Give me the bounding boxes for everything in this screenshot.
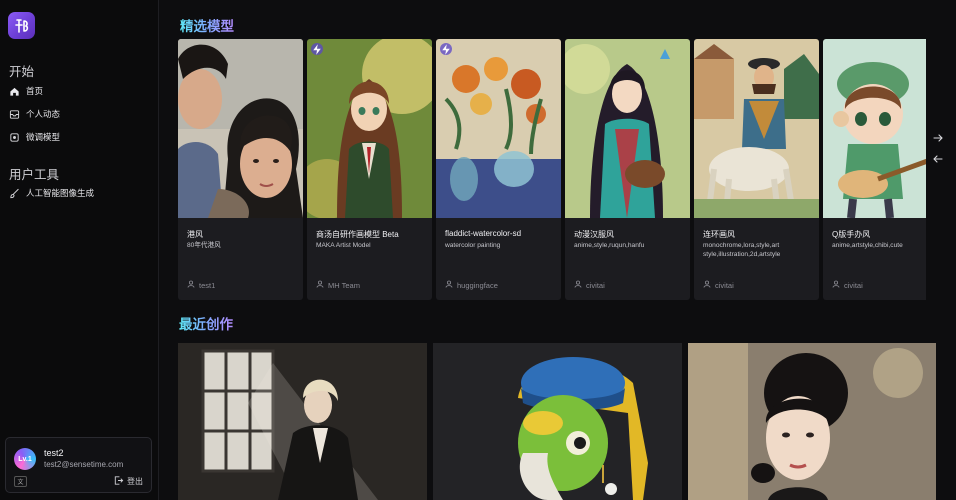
model-cover-image: [694, 39, 819, 218]
recent-creation-thumbnail[interactable]: [688, 343, 936, 500]
sidebar-item-label: 人工智能图像生成: [26, 188, 95, 198]
user-icon: [187, 280, 195, 290]
model-author: huggingface: [445, 280, 498, 290]
model-card[interactable]: Q版手办风 anime,artstyle,chibi,cute civitai: [823, 39, 926, 300]
model-cover-image: [823, 39, 926, 218]
recent-creations-title: 最近创作: [179, 313, 233, 333]
model-author: civitai: [832, 280, 863, 290]
sidebar-item-finetune[interactable]: 微调模型: [9, 129, 60, 145]
sidebar-group-start: 开始: [9, 65, 35, 79]
arrow-right-icon: [933, 134, 943, 142]
model-name: 连环画风: [703, 230, 735, 239]
logout-button[interactable]: 登出: [113, 475, 143, 488]
sidebar-item-label: 首页: [26, 86, 44, 96]
brush-icon: [9, 188, 20, 199]
model-card[interactable]: 商汤自研作画模型 Beta MAKA Artist Model MH Team: [307, 39, 432, 300]
model-tags: monochrome,lora,style,art style,illustra…: [703, 242, 781, 258]
sidebar-item-label: 个人动态: [26, 109, 61, 119]
user-icon: [832, 280, 840, 290]
model-author: test1: [187, 280, 215, 290]
tune-icon: [9, 132, 20, 143]
model-tags: watercolor painting: [445, 242, 501, 249]
model-name: 港风: [187, 230, 203, 239]
model-author-name: civitai: [844, 280, 863, 290]
model-author-name: civitai: [715, 280, 734, 290]
sidebar-item-activity[interactable]: 个人动态: [9, 106, 60, 122]
model-author: civitai: [703, 280, 734, 290]
recent-creation-thumbnail[interactable]: [433, 343, 682, 500]
model-card[interactable]: fladdict-watercolor-sd watercolor painti…: [436, 39, 561, 300]
inbox-icon: [9, 109, 20, 120]
model-author-name: huggingface: [457, 280, 498, 290]
model-cover-image: [178, 39, 303, 218]
sidebar-item-label: 微调模型: [26, 132, 61, 142]
sidebar-group-user-tools: 用户工具: [9, 168, 60, 182]
sidebar-item-ai-image[interactable]: 人工智能图像生成: [9, 185, 94, 201]
home-icon: [9, 86, 20, 97]
model-author: civitai: [574, 280, 605, 290]
user-card: Lv.1 test2 test2@sensetime.com 文 登出: [5, 437, 152, 493]
carousel-next-button[interactable]: [932, 131, 944, 143]
user-email: test2@sensetime.com: [44, 460, 124, 469]
model-name: 动漫汉服风: [574, 230, 614, 239]
sidebar-item-home[interactable]: 首页: [9, 83, 43, 99]
model-tags: anime,artstyle,chibi,cute: [832, 242, 903, 249]
model-cover-image: [565, 39, 690, 218]
carousel-prev-button[interactable]: [932, 152, 944, 164]
language-button[interactable]: 文: [14, 476, 27, 487]
avatar[interactable]: Lv.1: [14, 448, 36, 470]
user-icon: [316, 280, 324, 290]
model-card[interactable]: 动漫汉服风 anime,style,ruqun,hanfu civitai: [565, 39, 690, 300]
model-card[interactable]: 港风 80年代港风 test1: [178, 39, 303, 300]
logout-icon: [113, 475, 124, 488]
logo-glyph-icon: [14, 18, 28, 33]
model-name: fladdict-watercolor-sd: [445, 229, 522, 238]
model-name: 商汤自研作画模型 Beta: [316, 230, 399, 239]
model-tags: anime,style,ruqun,hanfu: [574, 242, 645, 249]
app-logo[interactable]: [8, 12, 35, 39]
featured-badge-icon: [440, 43, 452, 55]
model-author-name: civitai: [586, 280, 605, 290]
recent-creation-thumbnail[interactable]: [178, 343, 427, 500]
featured-models-title: 精选模型: [180, 15, 234, 35]
logout-label: 登出: [127, 477, 143, 486]
model-author: MH Team: [316, 280, 360, 290]
model-tags: 80年代港风: [187, 242, 221, 249]
user-name: test2: [44, 448, 64, 458]
sidebar: 开始 首页 个人动态 微调模型 用户工具 人工智能图像生成 Lv.1 test2…: [0, 0, 159, 500]
model-cover-image: [436, 39, 561, 218]
featured-badge-icon: [311, 43, 323, 55]
user-icon: [445, 280, 453, 290]
model-author-name: test1: [199, 280, 216, 290]
model-tags: MAKA Artist Model: [316, 242, 371, 249]
model-card[interactable]: 连环画风 monochrome,lora,style,art style,ill…: [694, 39, 819, 300]
user-icon: [703, 280, 711, 290]
arrow-left-icon: [933, 155, 943, 163]
featured-models-carousel: 港风 80年代港风 test1 商汤自研作画模型 Beta MAKA Artis…: [178, 39, 926, 300]
user-icon: [574, 280, 582, 290]
model-cover-image: [307, 39, 432, 218]
model-name: Q版手办风: [832, 230, 871, 239]
model-author-name: MH Team: [328, 280, 360, 290]
